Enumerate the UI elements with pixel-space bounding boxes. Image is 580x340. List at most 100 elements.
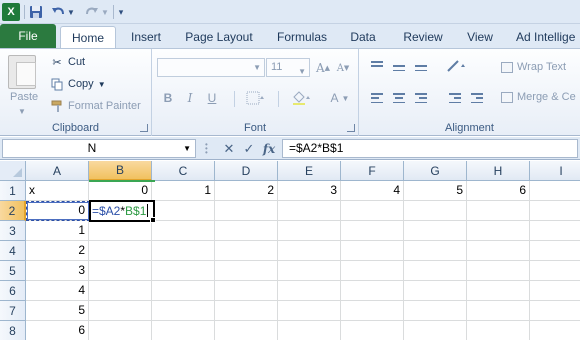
align-top-button[interactable] <box>367 57 387 75</box>
cell-e8[interactable] <box>278 321 341 340</box>
row-header-7[interactable]: 7 <box>0 301 26 321</box>
fill-handle[interactable] <box>150 217 156 223</box>
cell-b8[interactable] <box>89 321 152 340</box>
wrap-text-button[interactable]: Wrap Text <box>501 61 566 73</box>
paste-dropdown-icon[interactable]: ▼ <box>18 107 26 116</box>
row-header-1[interactable]: 1 <box>0 181 26 201</box>
cell-i6[interactable] <box>530 281 580 301</box>
font-name-combo[interactable]: ▼ <box>157 58 265 77</box>
cell-c1[interactable]: 1 <box>152 181 215 201</box>
column-header-i[interactable]: I <box>530 161 580 181</box>
cell-e5[interactable] <box>278 261 341 281</box>
align-right-button[interactable] <box>411 89 431 107</box>
cell-e4[interactable] <box>278 241 341 261</box>
undo-dropdown-icon[interactable]: ▼ <box>66 3 76 21</box>
cell-a7[interactable]: 5 <box>26 301 89 321</box>
cell-i4[interactable] <box>530 241 580 261</box>
tab-home[interactable]: Home <box>60 26 116 49</box>
cell-f6[interactable] <box>341 281 404 301</box>
cell-i2[interactable] <box>530 201 580 221</box>
undo-icon[interactable] <box>50 3 66 21</box>
redo-icon[interactable] <box>84 3 100 21</box>
align-center-button[interactable] <box>389 89 409 107</box>
paste-button[interactable]: Paste <box>10 91 38 103</box>
cell-c4[interactable] <box>152 241 215 261</box>
cell-h6[interactable] <box>467 281 530 301</box>
cell-e7[interactable] <box>278 301 341 321</box>
cell-f8[interactable] <box>341 321 404 340</box>
save-icon[interactable] <box>28 3 44 21</box>
cell-e3[interactable] <box>278 221 341 241</box>
cell-g6[interactable] <box>404 281 467 301</box>
cell-h5[interactable] <box>467 261 530 281</box>
cell-b7[interactable] <box>89 301 152 321</box>
enter-icon[interactable]: ✓ <box>240 139 258 158</box>
cell-f5[interactable] <box>341 261 404 281</box>
formula-bar-resize-handle[interactable]: • • • <box>205 141 211 157</box>
tab-page-layout[interactable]: Page Layout <box>182 26 256 48</box>
bold-button[interactable]: B <box>160 89 176 107</box>
active-cell-b2[interactable]: =$A2*B$1 <box>89 200 155 222</box>
row-header-8[interactable]: 8 <box>0 321 26 340</box>
cell-g1[interactable]: 5 <box>404 181 467 201</box>
cell-f4[interactable] <box>341 241 404 261</box>
cell-a3[interactable]: 1 <box>26 221 89 241</box>
column-header-e[interactable]: E <box>278 161 341 181</box>
cell-c2[interactable] <box>152 201 215 221</box>
cell-h4[interactable] <box>467 241 530 261</box>
customize-toolbar-icon[interactable]: ▾ <box>116 3 126 21</box>
cell-g8[interactable] <box>404 321 467 340</box>
column-header-d[interactable]: D <box>215 161 278 181</box>
cell-a4[interactable]: 2 <box>26 241 89 261</box>
cell-i7[interactable] <box>530 301 580 321</box>
cell-a5[interactable]: 3 <box>26 261 89 281</box>
column-header-f[interactable]: F <box>341 161 404 181</box>
orientation-button[interactable] <box>445 57 471 75</box>
cell-g4[interactable] <box>404 241 467 261</box>
format-painter-button[interactable]: Format Painter <box>50 97 141 115</box>
align-middle-button[interactable] <box>389 57 409 75</box>
cut-button[interactable]: ✂ Cut <box>50 53 85 71</box>
column-header-h[interactable]: H <box>467 161 530 181</box>
cell-c8[interactable] <box>152 321 215 340</box>
name-box[interactable]: N ▼ <box>2 139 196 158</box>
cell-c6[interactable] <box>152 281 215 301</box>
cell-g7[interactable] <box>404 301 467 321</box>
cell-b3[interactable] <box>89 221 152 241</box>
cell-b4[interactable] <box>89 241 152 261</box>
tab-add-ins[interactable]: Ad Intellige <box>516 26 580 48</box>
cell-h3[interactable] <box>467 221 530 241</box>
cell-d2[interactable] <box>215 201 278 221</box>
shrink-font-button[interactable]: A ▼ <box>334 59 352 77</box>
font-color-button[interactable]: A ▼ <box>328 89 352 107</box>
decrease-indent-button[interactable] <box>445 89 465 107</box>
cell-h7[interactable] <box>467 301 530 321</box>
copy-button[interactable]: Copy ▼ <box>50 75 106 93</box>
cell-e1[interactable]: 3 <box>278 181 341 201</box>
cell-i5[interactable] <box>530 261 580 281</box>
cell-d3[interactable] <box>215 221 278 241</box>
cell-a1[interactable]: x <box>26 181 89 201</box>
cell-e6[interactable] <box>278 281 341 301</box>
align-left-button[interactable] <box>367 89 387 107</box>
cell-d4[interactable] <box>215 241 278 261</box>
fill-color-button[interactable] <box>290 89 314 107</box>
redo-dropdown-icon[interactable]: ▼ <box>100 3 110 21</box>
column-header-a[interactable]: A <box>26 161 89 181</box>
cell-h8[interactable] <box>467 321 530 340</box>
tab-insert[interactable]: Insert <box>124 26 168 48</box>
cell-a6[interactable]: 4 <box>26 281 89 301</box>
column-header-g[interactable]: G <box>404 161 467 181</box>
row-header-3[interactable]: 3 <box>0 221 26 241</box>
cell-d6[interactable] <box>215 281 278 301</box>
align-bottom-button[interactable] <box>411 57 431 75</box>
italic-button[interactable]: I <box>182 89 198 107</box>
cell-d7[interactable] <box>215 301 278 321</box>
underline-button[interactable]: U <box>204 89 220 107</box>
cell-h2[interactable] <box>467 201 530 221</box>
cell-i1[interactable] <box>530 181 580 201</box>
formula-input[interactable]: =$A2*B$1 <box>282 139 578 158</box>
row-header-2[interactable]: 2 <box>0 201 26 221</box>
paste-icon[interactable] <box>8 55 36 89</box>
grow-font-button[interactable]: A ▲ <box>314 59 332 77</box>
